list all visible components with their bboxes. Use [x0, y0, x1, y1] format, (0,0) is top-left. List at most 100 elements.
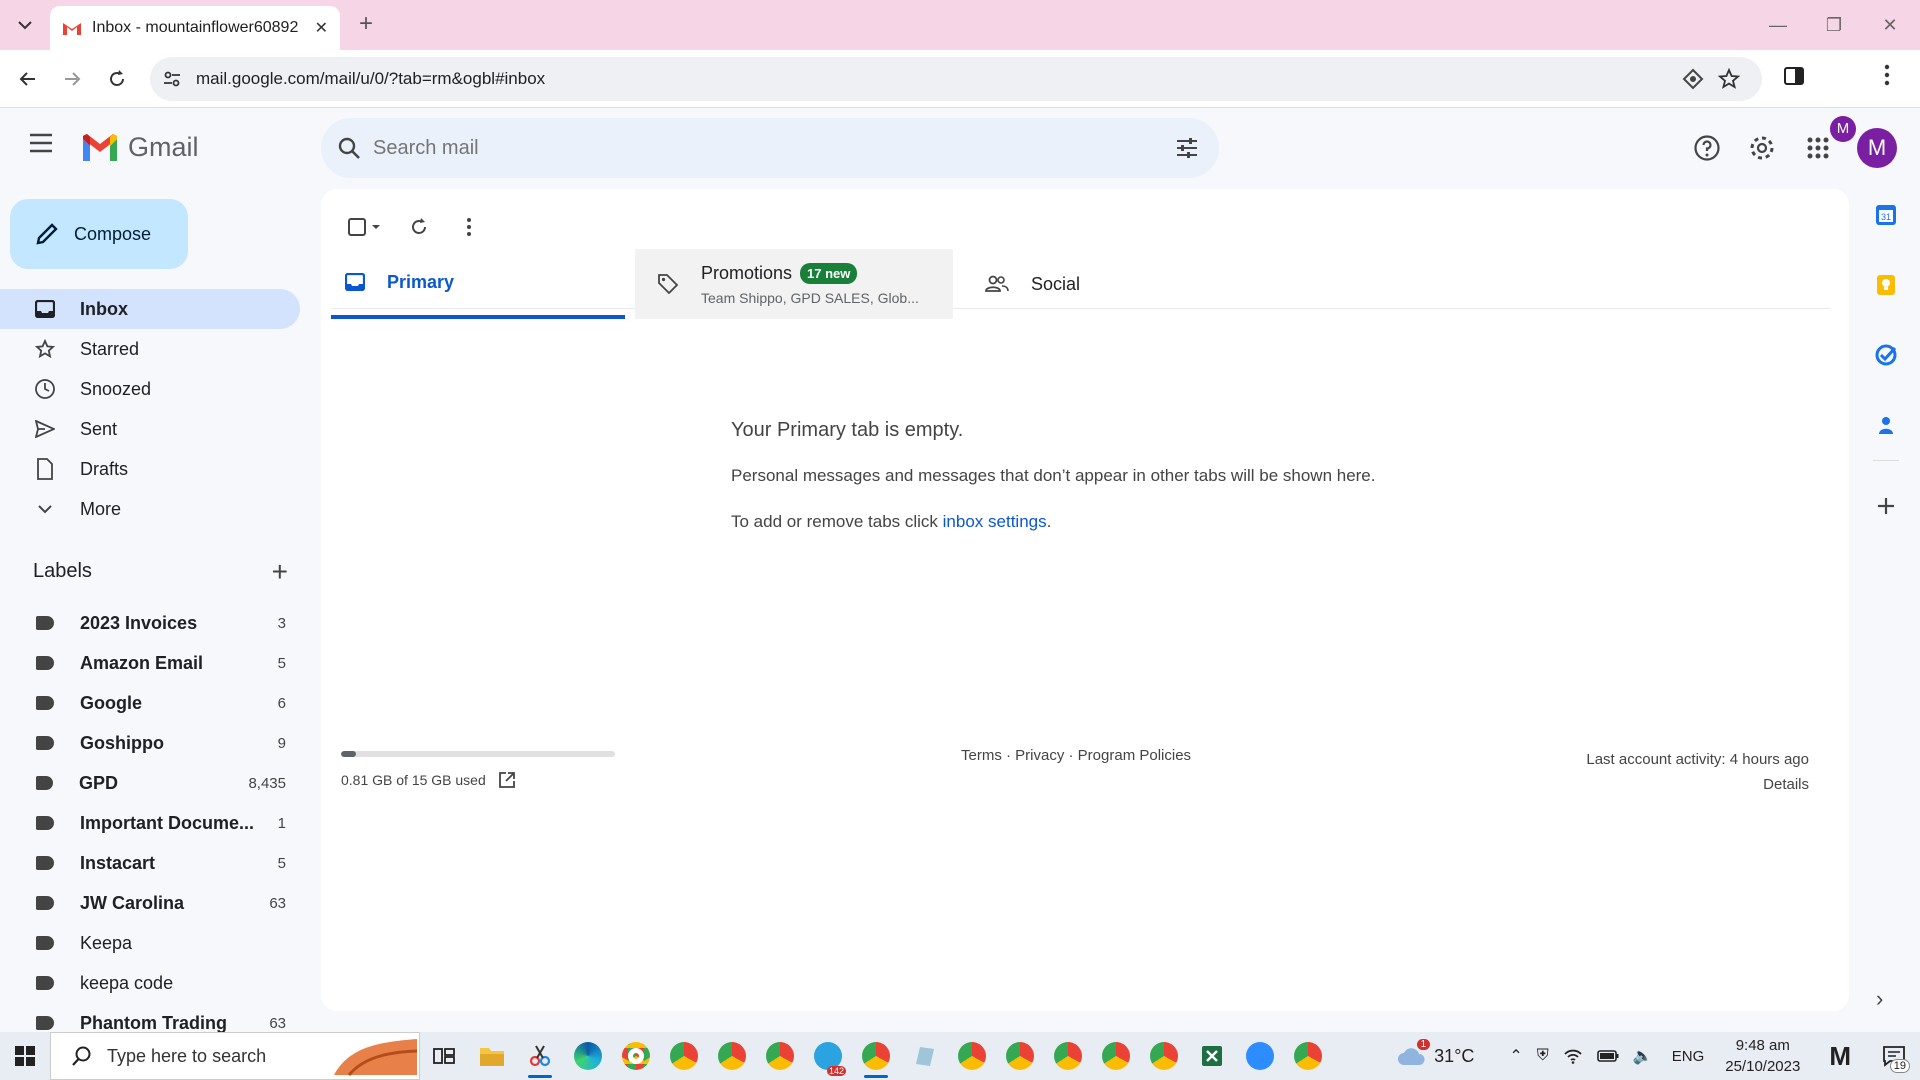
chrome-profile-2-icon[interactable] [660, 1032, 708, 1080]
zoom-icon[interactable] [1236, 1032, 1284, 1080]
label-item[interactable]: GPD 8,435 [0, 763, 300, 803]
hamburger-icon [30, 133, 52, 153]
browser-tab-gmail[interactable]: Inbox - mountainflower60892 ✕ [50, 6, 340, 50]
activity-details-link[interactable]: Details [1586, 772, 1809, 797]
tab-search-button[interactable] [8, 8, 42, 42]
excel-icon[interactable] [1188, 1032, 1236, 1080]
search-input[interactable] [373, 132, 1133, 164]
label-item[interactable]: 2023 Invoices 3 [0, 603, 300, 643]
edge-browser-icon[interactable] [564, 1032, 612, 1080]
back-button[interactable] [12, 63, 44, 95]
keep-icon[interactable] [1871, 270, 1901, 300]
tab-close-icon[interactable]: ✕ [315, 18, 328, 38]
footer-links[interactable]: Terms · Privacy · Program Policies [961, 747, 1191, 764]
battery-icon[interactable] [1597, 1050, 1619, 1062]
label-item[interactable]: JW Carolina 63 [0, 883, 300, 923]
apps-grid-icon[interactable] [1800, 130, 1836, 166]
address-bar[interactable]: mail.google.com/mail/u/0/?tab=rm&ogbl#in… [150, 57, 1762, 101]
add-addon-icon[interactable] [1871, 491, 1901, 521]
url-text: mail.google.com/mail/u/0/?tab=rm&ogbl#in… [196, 69, 546, 88]
inbox-settings-link[interactable]: inbox settings [943, 512, 1047, 531]
select-all-checkbox[interactable] [341, 207, 389, 247]
label-item[interactable]: Important Docume... 1 [0, 803, 300, 843]
chevron-up-icon[interactable]: ⌃ [1509, 1046, 1522, 1066]
more-actions-button[interactable] [449, 207, 489, 247]
file-explorer-icon[interactable] [468, 1032, 516, 1080]
tab-primary[interactable]: Primary [331, 249, 625, 319]
taskbar-clock[interactable]: 9:48 am 25/10/2023 [1725, 1035, 1800, 1077]
search-icon[interactable] [337, 136, 361, 160]
external-link-icon[interactable] [498, 771, 516, 789]
chrome-profile-m-icon[interactable] [852, 1032, 900, 1080]
forward-button[interactable] [56, 63, 88, 95]
storage-info: 0.81 GB of 15 GB used [341, 771, 641, 789]
chrome-profile-6-icon[interactable] [996, 1032, 1044, 1080]
chrome-profile-4-icon[interactable] [756, 1032, 804, 1080]
search-bar[interactable] [321, 118, 1219, 178]
chrome-profile-3-icon[interactable] [708, 1032, 756, 1080]
bookmark-star-icon[interactable] [1718, 68, 1740, 90]
label-count: 63 [269, 1014, 286, 1032]
chrome-profile-9-icon[interactable] [1140, 1032, 1188, 1080]
weather-temp: 31°C [1434, 1045, 1475, 1066]
wifi-icon[interactable] [1563, 1048, 1583, 1064]
calendar-icon[interactable]: 31 [1871, 200, 1901, 230]
chrome-profile-8-icon[interactable] [1092, 1032, 1140, 1080]
reload-button[interactable] [101, 63, 133, 95]
notifications-icon[interactable]: 19 [1882, 1045, 1910, 1073]
language-indicator[interactable]: ENG [1672, 1048, 1705, 1065]
tab-promotions[interactable]: Promotions 17 new Team Shippo, GPD SALES… [635, 249, 953, 319]
browser-menu-icon[interactable] [1884, 64, 1890, 86]
create-label-icon[interactable]: + [272, 556, 288, 588]
weather-widget[interactable]: 1 31°C [1396, 1039, 1475, 1067]
label-item[interactable]: Google 6 [0, 683, 300, 723]
gmail-wordmark: Gmail [128, 132, 199, 162]
label-item[interactable]: keepa code [0, 963, 300, 1003]
tasks-icon[interactable] [1871, 340, 1901, 370]
telegram-icon[interactable]: 142 [804, 1032, 852, 1080]
show-side-panel-chevron-icon[interactable]: › [1876, 986, 1883, 1012]
search-options-icon[interactable] [1175, 136, 1199, 160]
m-app-tray-icon[interactable]: M [1829, 1041, 1851, 1072]
taskbar-search-box[interactable]: Type here to search [50, 1032, 420, 1080]
label-item[interactable]: Goshippo 9 [0, 723, 300, 763]
chrome-profile-7-icon[interactable] [1044, 1032, 1092, 1080]
task-view-icon[interactable] [420, 1032, 468, 1080]
refresh-button[interactable] [399, 207, 439, 247]
account-avatar[interactable]: M [1857, 128, 1897, 168]
label-item[interactable]: Instacart 5 [0, 843, 300, 883]
site-info-icon[interactable] [162, 69, 182, 89]
chrome-profile-5-icon[interactable] [948, 1032, 996, 1080]
nav-item-sent[interactable]: Sent [0, 409, 300, 449]
help-icon[interactable] [1689, 130, 1725, 166]
nav-item-starred[interactable]: Starred [0, 329, 300, 369]
close-window-button[interactable]: ✕ [1870, 10, 1910, 40]
label-item[interactable]: Amazon Email 5 [0, 643, 300, 683]
nav-item-inbox[interactable]: Inbox [0, 289, 300, 329]
windows-start-button[interactable] [0, 1032, 50, 1080]
extension-icon[interactable] [1682, 68, 1704, 90]
tab-social[interactable]: Social [963, 249, 1263, 319]
side-panel-icon[interactable] [1782, 64, 1806, 88]
snipping-tool-icon[interactable] [516, 1032, 564, 1080]
main-menu-button[interactable] [28, 132, 62, 166]
arrow-right-icon [65, 72, 81, 86]
contacts-icon[interactable] [1871, 410, 1901, 440]
nav-item-snoozed[interactable]: Snoozed [0, 369, 300, 409]
gmail-logo[interactable]: Gmail [80, 132, 199, 163]
chrome-icon[interactable] [1284, 1032, 1332, 1080]
restore-button[interactable]: ❐ [1814, 10, 1854, 40]
volume-icon[interactable]: 🔈 [1633, 1046, 1653, 1066]
label-tag-icon [36, 896, 54, 910]
chrome-profile-1-icon[interactable] [612, 1032, 660, 1080]
windows-logo-icon [15, 1046, 35, 1066]
notes-app-icon[interactable] [900, 1032, 948, 1080]
security-shield-icon[interactable]: ⛨ [1537, 1047, 1549, 1065]
new-tab-button[interactable]: + [352, 10, 380, 38]
compose-button[interactable]: Compose [10, 199, 188, 269]
nav-item-drafts[interactable]: Drafts [0, 449, 300, 489]
settings-gear-icon[interactable] [1744, 130, 1780, 166]
label-item[interactable]: Keepa [0, 923, 300, 963]
nav-item-more[interactable]: More [0, 489, 300, 529]
minimize-button[interactable]: — [1758, 10, 1798, 40]
